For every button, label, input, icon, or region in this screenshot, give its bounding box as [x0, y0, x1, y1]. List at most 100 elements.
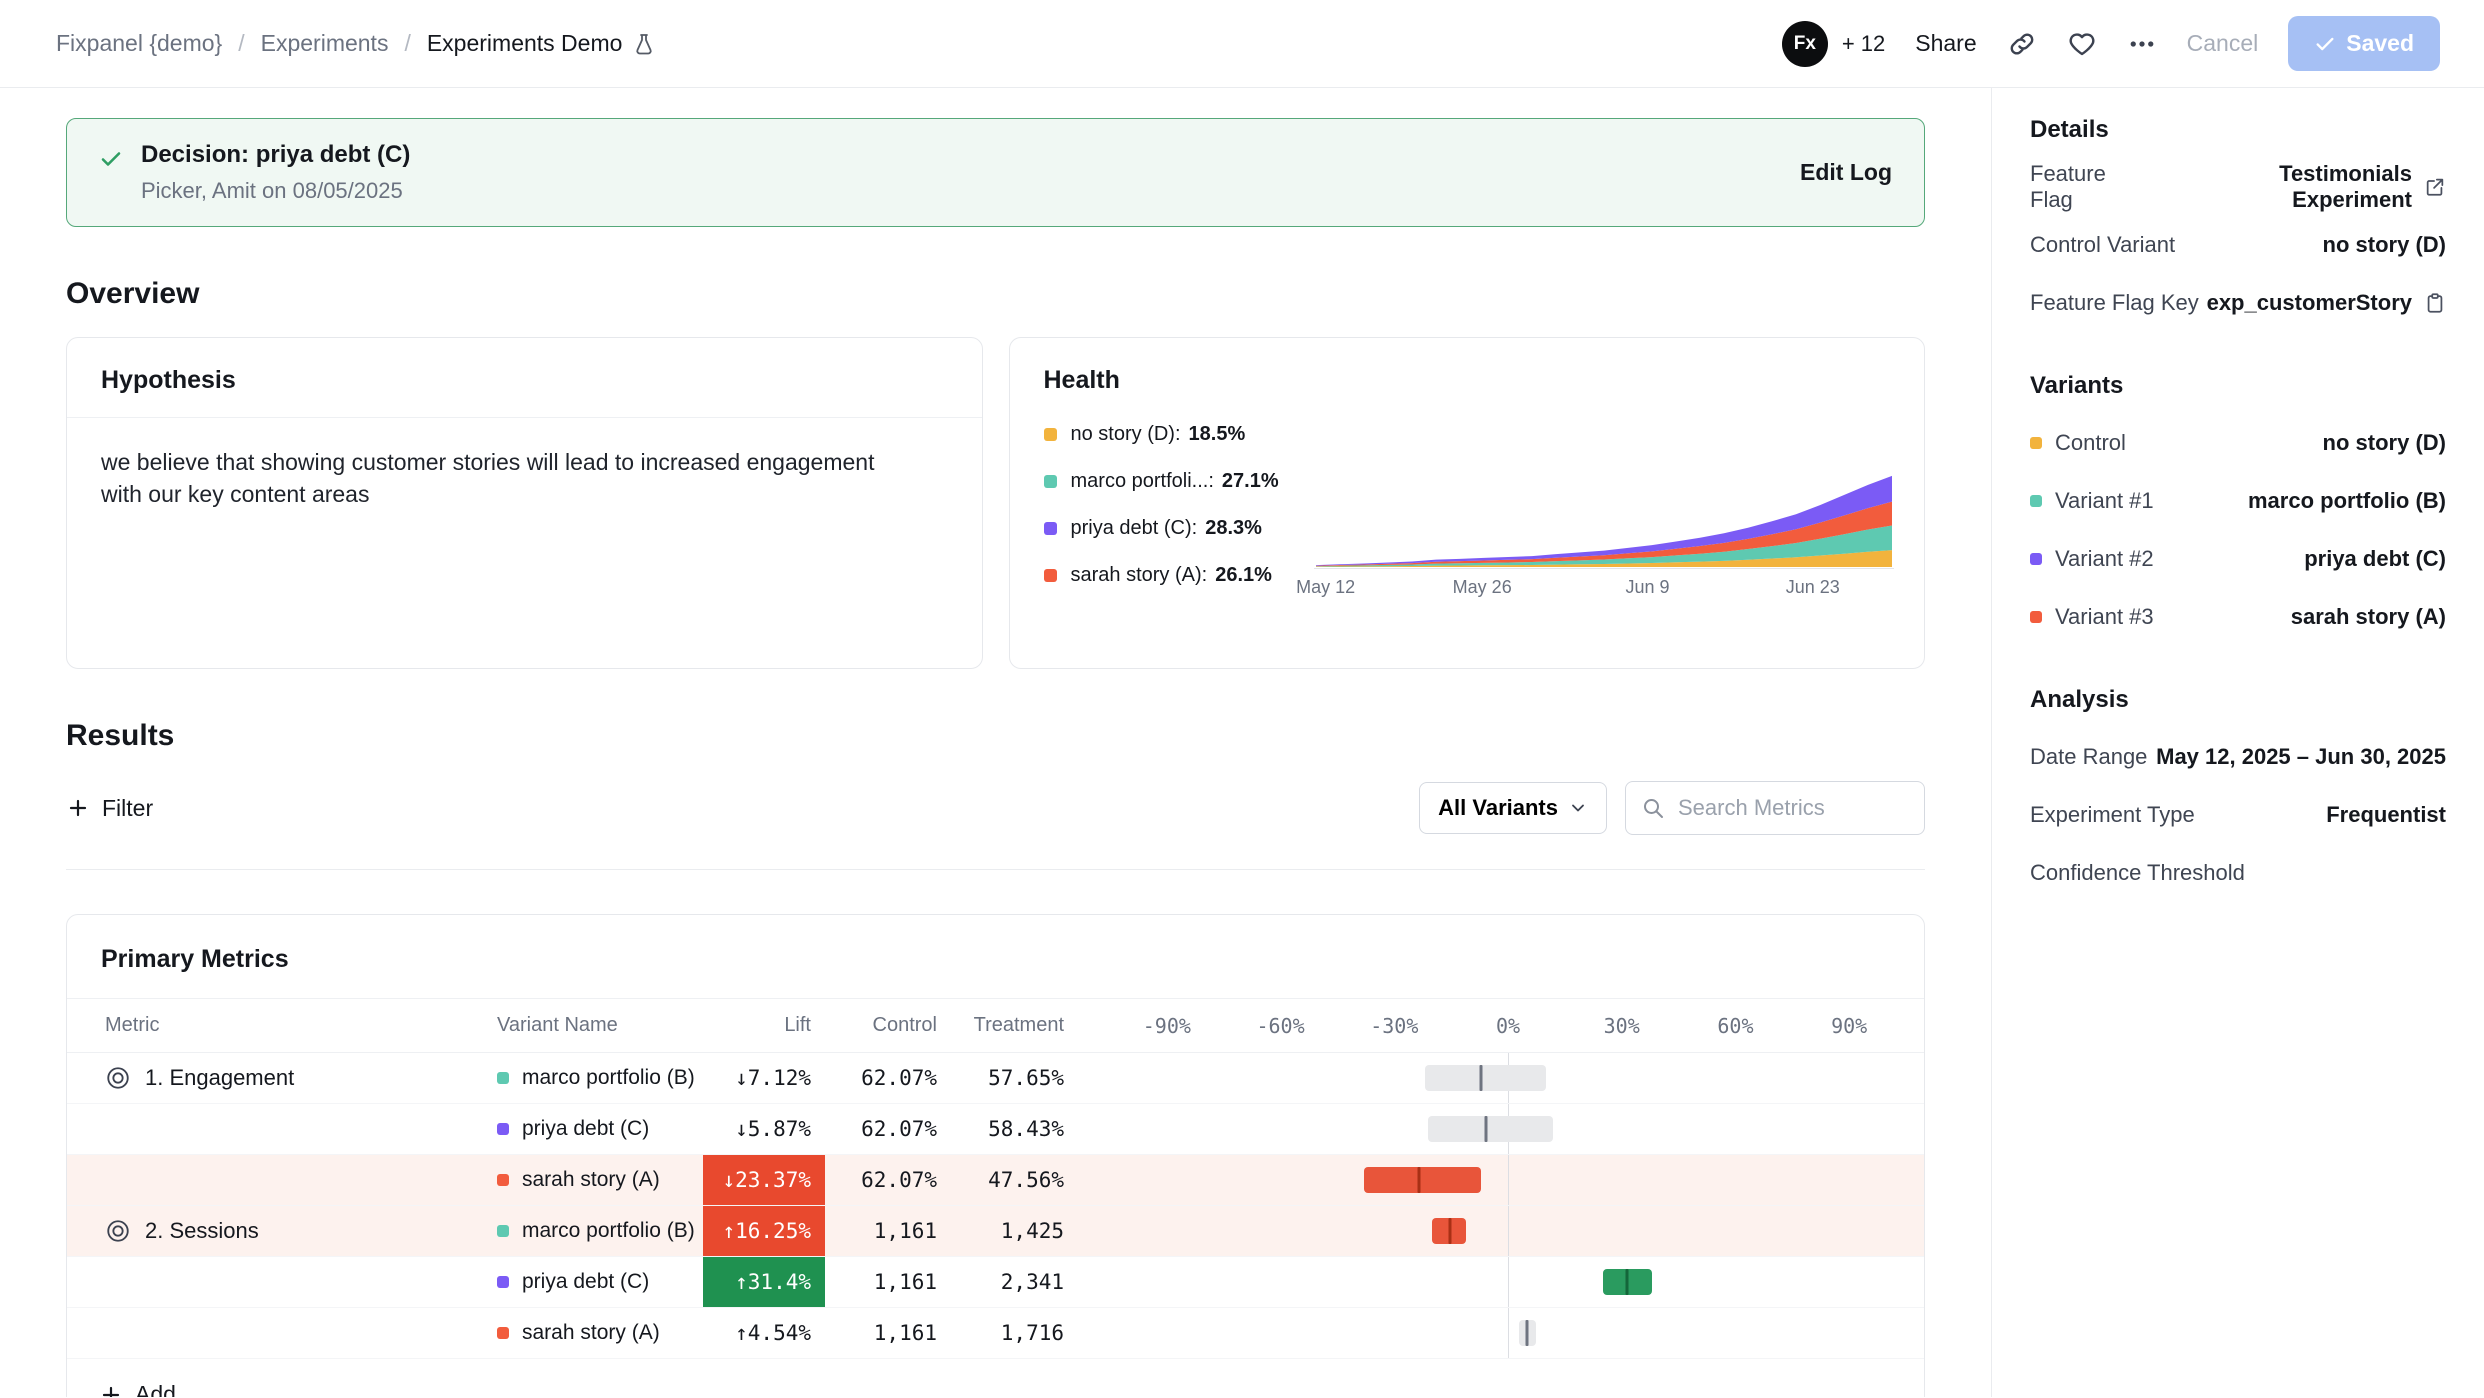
feature-flag-key-row: Feature Flag Key exp_customerStory: [2030, 274, 2446, 332]
results-heading: Results: [66, 719, 1925, 753]
ci-mean-tick: [1626, 1269, 1629, 1295]
filter-button[interactable]: Filter: [66, 795, 153, 822]
search-metrics-input[interactable]: [1625, 781, 1925, 835]
legend-item: no story (D): 18.5%: [1044, 423, 1279, 446]
legend-swatch: [1044, 428, 1057, 441]
x-axis-label: Jun 23: [1786, 577, 1840, 598]
confidence-interval-plot: [1110, 1104, 1906, 1154]
variant-row: Variant #2 priya debt (C): [2030, 530, 2446, 588]
col-variant-name: Variant Name: [497, 999, 703, 1052]
feature-flag-row: Feature Flag Testimonials Experiment: [2030, 158, 2446, 216]
confidence-threshold-row: Confidence Threshold: [2030, 844, 2446, 902]
decision-subtitle: Picker, Amit on 08/05/2025: [141, 178, 410, 204]
breadcrumb: Fixpanel {demo} / Experiments / Experime…: [56, 30, 656, 57]
control-value: 1,161: [825, 1206, 951, 1256]
legend-item: priya debt (C): 28.3%: [1044, 517, 1279, 540]
plus-icon: [99, 1383, 123, 1398]
copy-clipboard-icon[interactable]: [2424, 292, 2446, 314]
lift-value: ↓5.87%: [703, 1104, 825, 1154]
x-axis-label: May 26: [1453, 577, 1512, 598]
table-row[interactable]: 2. Sessions marco portfolio (B) ↑16.25% …: [67, 1206, 1924, 1257]
saved-button[interactable]: Saved: [2288, 16, 2440, 71]
variant-color-swatch: [497, 1174, 509, 1186]
variant-color-swatch: [497, 1327, 509, 1339]
ci-mean-tick: [1525, 1320, 1528, 1346]
decision-banner: Decision: priya debt (C) Picker, Amit on…: [66, 118, 1925, 227]
more-menu-icon[interactable]: [2127, 29, 2157, 59]
x-axis-label: May 12: [1296, 577, 1355, 598]
check-icon: [2314, 33, 2336, 55]
health-area-chart: May 12May 26Jun 9Jun 23: [1314, 423, 1894, 611]
variant-color-swatch: [497, 1072, 509, 1084]
ci-mean-tick: [1484, 1116, 1487, 1142]
breadcrumb-item-current[interactable]: Experiments Demo: [427, 30, 657, 57]
table-row[interactable]: priya debt (C) ↑31.4% 1,161 2,341: [67, 1257, 1924, 1308]
share-button[interactable]: Share: [1915, 30, 1976, 57]
search-icon: [1641, 796, 1665, 820]
legend-swatch: [1044, 569, 1057, 582]
breadcrumb-item-workspace[interactable]: Fixpanel {demo}: [56, 30, 222, 57]
col-treatment: Treatment: [951, 999, 1078, 1052]
lift-value: ↑16.25%: [703, 1206, 825, 1256]
variant-name: priya debt (C): [522, 1270, 649, 1294]
treatment-value: 57.65%: [951, 1053, 1078, 1103]
date-range-row: Date Range May 12, 2025 – Jun 30, 2025: [2030, 728, 2446, 786]
external-link-icon[interactable]: [2424, 176, 2446, 198]
health-x-axis: May 12May 26Jun 9Jun 23: [1314, 577, 1894, 607]
table-row[interactable]: priya debt (C) ↓5.87% 62.07% 58.43%: [67, 1104, 1924, 1155]
lift-value: ↓23.37%: [703, 1155, 825, 1205]
table-row[interactable]: sarah story (A) ↓23.37% 62.07% 47.56%: [67, 1155, 1924, 1206]
lift-value: ↑31.4%: [703, 1257, 825, 1307]
confidence-interval-plot: [1110, 1206, 1906, 1256]
table-row[interactable]: 1. Engagement marco portfolio (B) ↓7.12%…: [67, 1053, 1924, 1104]
details-heading: Details: [2030, 116, 2446, 144]
variant-color-swatch: [497, 1123, 509, 1135]
axis-tick-label: 60%: [1717, 1014, 1753, 1038]
main-panel: Decision: priya debt (C) Picker, Amit on…: [0, 88, 1992, 1397]
page-title: Experiments Demo: [427, 30, 623, 57]
favorite-heart-icon[interactable]: [2067, 29, 2097, 59]
control-value: 1,161: [825, 1257, 951, 1307]
axis-tick-label: -90%: [1143, 1014, 1191, 1038]
collaborators-count[interactable]: + 12: [1842, 31, 1885, 57]
confidence-interval-plot: [1110, 1308, 1906, 1358]
link-icon[interactable]: [2007, 29, 2037, 59]
health-card: Health no story (D): 18.5% marco portfol…: [1009, 337, 1926, 669]
ci-bar: [1428, 1116, 1553, 1142]
edit-log-button[interactable]: Edit Log: [1800, 159, 1892, 186]
hypothesis-title: Hypothesis: [67, 338, 982, 418]
axis-tick-label: -60%: [1256, 1014, 1304, 1038]
add-metric-button[interactable]: Add: [67, 1359, 1924, 1397]
variant-color-swatch: [497, 1225, 509, 1237]
metric-goal-icon: [105, 1065, 131, 1091]
lift-axis-ticks: -90%-60%-30%0%30%60%90%: [1110, 999, 1906, 1052]
metric-name: 2. Sessions: [145, 1218, 259, 1244]
breadcrumb-item-experiments[interactable]: Experiments: [261, 30, 389, 57]
axis-tick-label: 0%: [1496, 1014, 1520, 1038]
ci-mean-tick: [1418, 1167, 1421, 1193]
avatar[interactable]: Fx: [1782, 21, 1828, 67]
decision-title: Decision: priya debt (C): [141, 141, 410, 169]
confidence-interval-plot: [1110, 1155, 1906, 1205]
cancel-button[interactable]: Cancel: [2187, 30, 2259, 57]
table-row[interactable]: sarah story (A) ↑4.54% 1,161 1,716: [67, 1308, 1924, 1359]
variant-color-swatch: [497, 1276, 509, 1288]
plus-icon: [66, 796, 90, 820]
axis-tick-label: 30%: [1604, 1014, 1640, 1038]
results-divider: [66, 869, 1925, 870]
axis-tick-label: -30%: [1370, 1014, 1418, 1038]
ci-mean-tick: [1449, 1218, 1452, 1244]
feature-flag-link[interactable]: Testimonials Experiment: [2154, 161, 2412, 213]
health-legend: no story (D): 18.5% marco portfoli...: 2…: [1044, 423, 1279, 611]
treatment-value: 1,425: [951, 1206, 1078, 1256]
control-value: 1,161: [825, 1308, 951, 1358]
variant-color-swatch: [2030, 553, 2042, 565]
variant-row: Variant #3 sarah story (A): [2030, 588, 2446, 646]
experiment-type-row: Experiment Type Frequentist: [2030, 786, 2446, 844]
ci-bar: [1364, 1167, 1482, 1193]
control-value: 62.07%: [825, 1053, 951, 1103]
variants-dropdown[interactable]: All Variants: [1419, 782, 1607, 834]
x-axis-label: Jun 9: [1625, 577, 1669, 598]
variant-color-swatch: [2030, 437, 2042, 449]
primary-metrics-title: Primary Metrics: [67, 915, 1924, 999]
